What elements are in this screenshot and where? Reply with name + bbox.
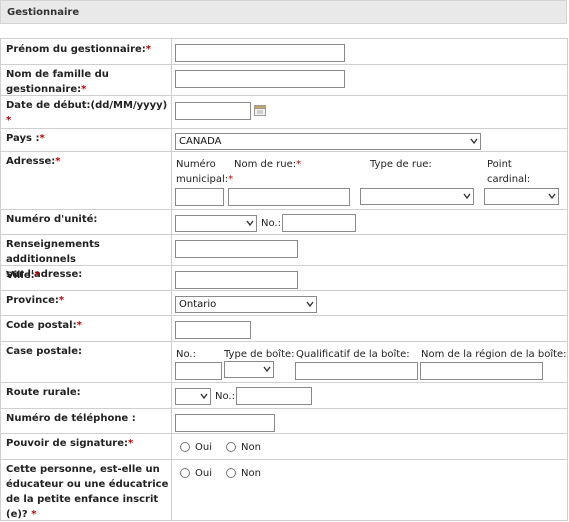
value-cell-unite: No.: bbox=[171, 209, 568, 235]
label-cell-ville: Ville:* bbox=[0, 265, 172, 291]
adresse-label: Adresse:* bbox=[6, 156, 61, 167]
calendar-icon[interactable] bbox=[254, 104, 266, 116]
unite-label: Numéro d'unité: bbox=[6, 214, 98, 225]
educateur-non-radio[interactable] bbox=[226, 468, 236, 478]
label-cell-unite: Numéro d'unité: bbox=[0, 209, 172, 235]
educateur-label: Cette personne, est-elle un éducateur ou … bbox=[6, 464, 169, 520]
pouvoir-non-label: Non bbox=[241, 442, 261, 453]
label-cell-educateur: Cette personne, est-elle un éducateur ou … bbox=[0, 459, 172, 521]
chevron-down-icon bbox=[470, 138, 478, 145]
case-no-input[interactable] bbox=[175, 362, 222, 380]
value-cell-pouvoir: Oui Non bbox=[171, 433, 568, 460]
telephone-label: Numéro de téléphone : bbox=[6, 413, 136, 424]
chevron-down-icon bbox=[463, 193, 471, 200]
label-cell-nom: Nom de famille du gestionnaire:* bbox=[0, 64, 172, 96]
value-cell-route: No.: bbox=[171, 382, 568, 409]
ville-input[interactable] bbox=[175, 271, 298, 289]
pouvoir-oui-label: Oui bbox=[195, 442, 212, 453]
pouvoir-oui-radio[interactable] bbox=[180, 442, 190, 452]
province-selected-value: Ontario bbox=[179, 299, 217, 310]
type-de-rue-select[interactable] bbox=[360, 188, 474, 205]
pouvoir-non-radio[interactable] bbox=[226, 442, 236, 452]
type-de-rue-label: Type de rue: bbox=[370, 159, 432, 170]
nom-de-rue-input[interactable] bbox=[228, 188, 350, 206]
qualificatif-label: Qualificatif de la boîte: bbox=[296, 349, 410, 360]
label-cell-date: Date de début:(dd/MM/yyyy) * bbox=[0, 95, 172, 129]
numero-municipal-label: Numéro municipal:* bbox=[176, 159, 234, 185]
prenom-input[interactable] bbox=[175, 44, 345, 62]
label-cell-province: Province:* bbox=[0, 290, 172, 316]
prenom-label: Prénom du gestionnaire:* bbox=[6, 44, 152, 55]
nom-label: Nom de famille du gestionnaire:* bbox=[6, 69, 109, 95]
chevron-down-icon bbox=[263, 366, 271, 373]
code-postal-input[interactable] bbox=[175, 321, 251, 339]
label-cell-route: Route rurale: bbox=[0, 382, 172, 409]
value-cell-nom bbox=[171, 64, 568, 96]
required-mark: * bbox=[145, 44, 152, 55]
label-cell-pays: Pays :* bbox=[0, 128, 172, 152]
date-input[interactable] bbox=[175, 102, 251, 120]
province-label: Province:* bbox=[6, 295, 65, 306]
date-label: Date de début:(dd/MM/yyyy) * bbox=[6, 100, 168, 126]
telephone-input[interactable] bbox=[175, 414, 275, 432]
section-header: Gestionnaire bbox=[0, 0, 567, 24]
type-de-boite-label: Type de boîte: bbox=[224, 349, 295, 360]
ville-label: Ville:* bbox=[6, 270, 40, 281]
region-input[interactable] bbox=[420, 362, 543, 380]
value-cell-code-postal bbox=[171, 315, 568, 342]
numero-municipal-input[interactable] bbox=[175, 188, 224, 206]
educateur-oui-radio[interactable] bbox=[180, 468, 190, 478]
point-cardinal-select[interactable] bbox=[484, 188, 559, 205]
code-postal-label: Code postal:* bbox=[6, 320, 82, 331]
label-cell-renseignements: Renseignements additionnels sur l'adresse… bbox=[0, 234, 172, 280]
unite-no-input[interactable] bbox=[282, 214, 356, 232]
type-de-boite-select[interactable] bbox=[224, 361, 274, 378]
value-cell-adresse: Numéro municipal:* Nom de rue:* Type de r… bbox=[171, 151, 568, 210]
label-cell-pouvoir: Pouvoir de signature:* bbox=[0, 433, 172, 460]
label-cell-code-postal: Code postal:* bbox=[0, 315, 172, 342]
value-cell-renseignements bbox=[171, 234, 568, 266]
unite-no-label: No.: bbox=[261, 218, 281, 229]
chevron-down-icon bbox=[306, 301, 314, 308]
section-title: Gestionnaire bbox=[7, 7, 80, 18]
pays-selected-value: CANADA bbox=[179, 136, 222, 147]
unite-type-select[interactable] bbox=[175, 215, 257, 232]
pays-select[interactable]: CANADA bbox=[175, 133, 481, 150]
nom-input[interactable] bbox=[175, 70, 345, 88]
route-no-input[interactable] bbox=[236, 387, 312, 405]
value-cell-educateur: Oui Non bbox=[171, 459, 568, 521]
route-label: Route rurale: bbox=[6, 387, 81, 398]
region-label: Nom de la région de la boîte: bbox=[421, 349, 567, 360]
route-type-select[interactable] bbox=[175, 388, 211, 405]
value-cell-pays: CANADA bbox=[171, 128, 568, 152]
label-cell-case-postale: Case postale: bbox=[0, 341, 172, 383]
chevron-down-icon bbox=[246, 220, 254, 227]
pays-label: Pays :* bbox=[6, 133, 45, 144]
renseignements-input[interactable] bbox=[175, 240, 298, 258]
value-cell-case-postale: No.: Type de boîte: Qualificatif de la b… bbox=[171, 341, 568, 383]
pouvoir-label: Pouvoir de signature:* bbox=[6, 438, 134, 449]
chevron-down-icon bbox=[548, 193, 556, 200]
label-cell-prenom: Prénom du gestionnaire:* bbox=[0, 38, 172, 65]
point-cardinal-label: Point cardinal: bbox=[487, 159, 531, 185]
value-cell-prenom bbox=[171, 38, 568, 65]
route-no-label: No.: bbox=[215, 391, 235, 402]
case-no-label: No.: bbox=[176, 349, 196, 360]
province-select[interactable]: Ontario bbox=[175, 296, 317, 313]
educateur-non-label: Non bbox=[241, 468, 261, 479]
educateur-oui-label: Oui bbox=[195, 468, 212, 479]
case-postale-label: Case postale: bbox=[6, 346, 83, 357]
value-cell-telephone bbox=[171, 408, 568, 434]
label-cell-telephone: Numéro de téléphone : bbox=[0, 408, 172, 434]
chevron-down-icon bbox=[200, 393, 208, 400]
label-cell-adresse: Adresse:* bbox=[0, 151, 172, 210]
value-cell-date bbox=[171, 95, 568, 129]
value-cell-ville bbox=[171, 265, 568, 291]
nom-de-rue-label: Nom de rue:* bbox=[234, 159, 302, 170]
value-cell-province: Ontario bbox=[171, 290, 568, 316]
qualificatif-input[interactable] bbox=[295, 362, 418, 380]
